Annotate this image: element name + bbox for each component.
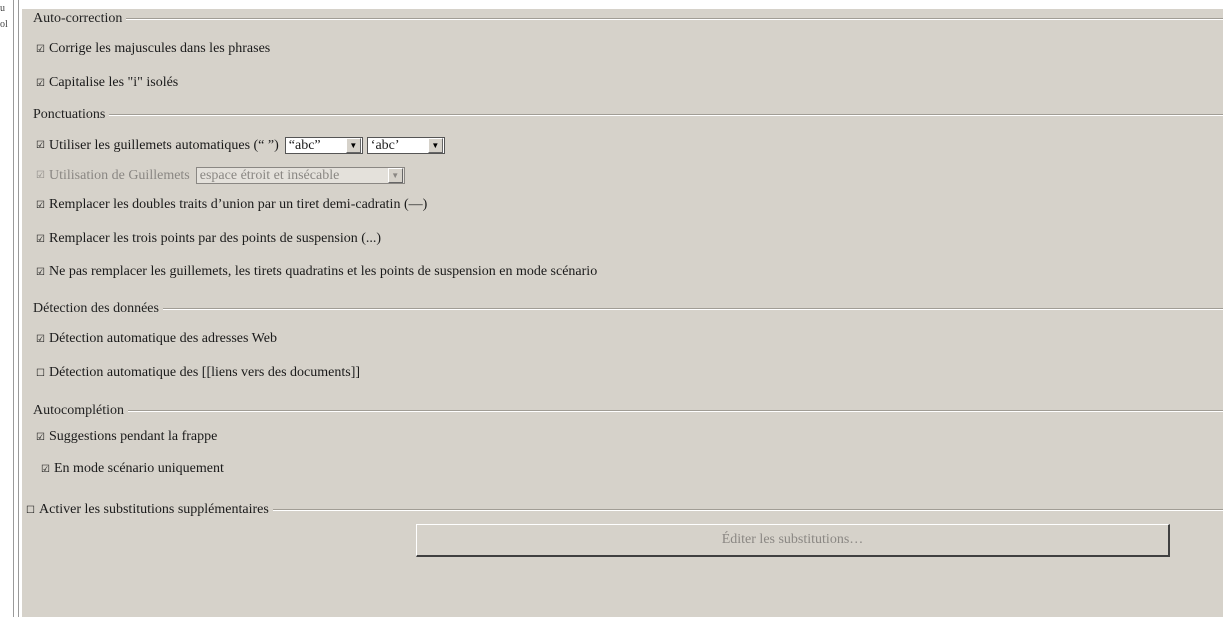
checkbox-label: Suggestions pendant la frappe: [49, 429, 218, 444]
checkbox-ellipsis[interactable]: ☑ Remplacer les trois points par des poi…: [36, 231, 381, 247]
checkbox-label: Détection automatique des [[liens vers d…: [49, 365, 361, 380]
group-divider: [109, 114, 1223, 116]
checkbox-extra-substitutions[interactable]: ☐ Activer les substitutions supplémentai…: [26, 502, 1223, 518]
group-divider: [128, 410, 1223, 412]
splitter-line: [13, 0, 14, 617]
left-strip: u ol: [0, 0, 22, 617]
checkbox-label: Ne pas remplacer les guillemets, les tir…: [49, 264, 598, 279]
double-quote-select[interactable]: “abc” ▼: [284, 137, 363, 154]
group-label: Autocomplétion: [33, 403, 124, 418]
chevron-down-icon[interactable]: ▼: [427, 138, 443, 153]
checkbox-capitalize-sentences[interactable]: ☑ Corrige les majuscules dans les phrase…: [36, 41, 270, 57]
checkbox-checked-icon[interactable]: ☑: [36, 432, 45, 442]
checkbox-label: Remplacer les doubles traits d’union par…: [49, 197, 428, 212]
checkbox-checked-icon[interactable]: ☑: [36, 234, 45, 244]
checkbox-checked-icon[interactable]: ☑: [36, 267, 45, 277]
single-quote-select[interactable]: ‘abc’ ▼: [366, 137, 445, 154]
clipped-text: u: [0, 3, 5, 14]
chevron-down-icon[interactable]: ▼: [387, 168, 403, 183]
checkbox-en-dash[interactable]: ☑ Remplacer les doubles traits d’union p…: [36, 197, 427, 213]
checkbox-label: Utiliser les guillemets automatiques (“ …: [49, 137, 279, 153]
group-data-detection: Détection des données: [33, 301, 1223, 317]
group-auto-correction: Auto-correction: [33, 11, 1223, 27]
checkbox-screenplay-only[interactable]: ☑ En mode scénario uniquement: [41, 461, 224, 477]
group-divider: [126, 18, 1223, 20]
checkbox-capitalize-i[interactable]: ☑ Capitalise les "i" isolés: [36, 75, 178, 91]
checkbox-screenplay-mode[interactable]: ☑ Ne pas remplacer les guillemets, les t…: [36, 264, 597, 280]
checkbox-checked-icon[interactable]: ☑: [36, 171, 45, 181]
clipped-text: ol: [0, 19, 8, 30]
checkbox-label: Utilisation de Guillemets: [49, 167, 190, 183]
checkbox-detect-doc-links[interactable]: ☐ Détection automatique des [[liens vers…: [36, 365, 360, 381]
select-value: espace étroit et insécable: [199, 167, 340, 183]
splitter-line: [18, 0, 19, 617]
group-label: Ponctuations: [33, 107, 106, 122]
group-divider: [272, 509, 1223, 511]
chevron-down-icon[interactable]: ▼: [345, 138, 361, 153]
checkbox-label: Activer les substitutions supplémentaire…: [39, 502, 269, 517]
checkbox-quote-spacing[interactable]: ☑ Utilisation de Guillemets espace étroi…: [36, 167, 405, 184]
quote-spacing-select[interactable]: espace étroit et insécable ▼: [195, 167, 405, 184]
checkbox-auto-quotes[interactable]: ☑ Utiliser les guillemets automatiques (…: [36, 137, 445, 154]
checkbox-label: Capitalise les "i" isolés: [49, 75, 179, 90]
checkbox-unchecked-icon[interactable]: ☐: [26, 505, 35, 515]
select-value: “abc”: [288, 137, 321, 153]
settings-panel: Auto-correction ☑ Corrige les majuscules…: [22, 9, 1223, 617]
checkbox-label: En mode scénario uniquement: [54, 461, 224, 476]
select-value: ‘abc’: [370, 137, 400, 153]
group-punctuation: Ponctuations: [33, 107, 1223, 123]
checkbox-label: Remplacer les trois points par des point…: [49, 231, 382, 246]
checkbox-checked-icon[interactable]: ☑: [36, 200, 45, 210]
checkbox-checked-icon[interactable]: ☑: [36, 78, 45, 88]
group-label: Auto-correction: [33, 11, 123, 26]
checkbox-checked-icon[interactable]: ☑: [41, 464, 50, 474]
checkbox-checked-icon[interactable]: ☑: [36, 44, 45, 54]
group-divider: [162, 308, 1223, 310]
checkbox-suggestions[interactable]: ☑ Suggestions pendant la frappe: [36, 429, 217, 445]
checkbox-label: Corrige les majuscules dans les phrases: [49, 41, 271, 56]
checkbox-label: Détection automatique des adresses Web: [49, 331, 277, 346]
checkbox-detect-web[interactable]: ☑ Détection automatique des adresses Web: [36, 331, 277, 347]
checkbox-unchecked-icon[interactable]: ☐: [36, 368, 45, 378]
checkbox-checked-icon[interactable]: ☑: [36, 334, 45, 344]
group-label: Détection des données: [33, 301, 159, 316]
checkbox-checked-icon[interactable]: ☑: [36, 141, 45, 151]
group-autocompletion: Autocomplétion: [33, 403, 1223, 419]
edit-substitutions-button[interactable]: Éditer les substitutions…: [416, 524, 1170, 557]
